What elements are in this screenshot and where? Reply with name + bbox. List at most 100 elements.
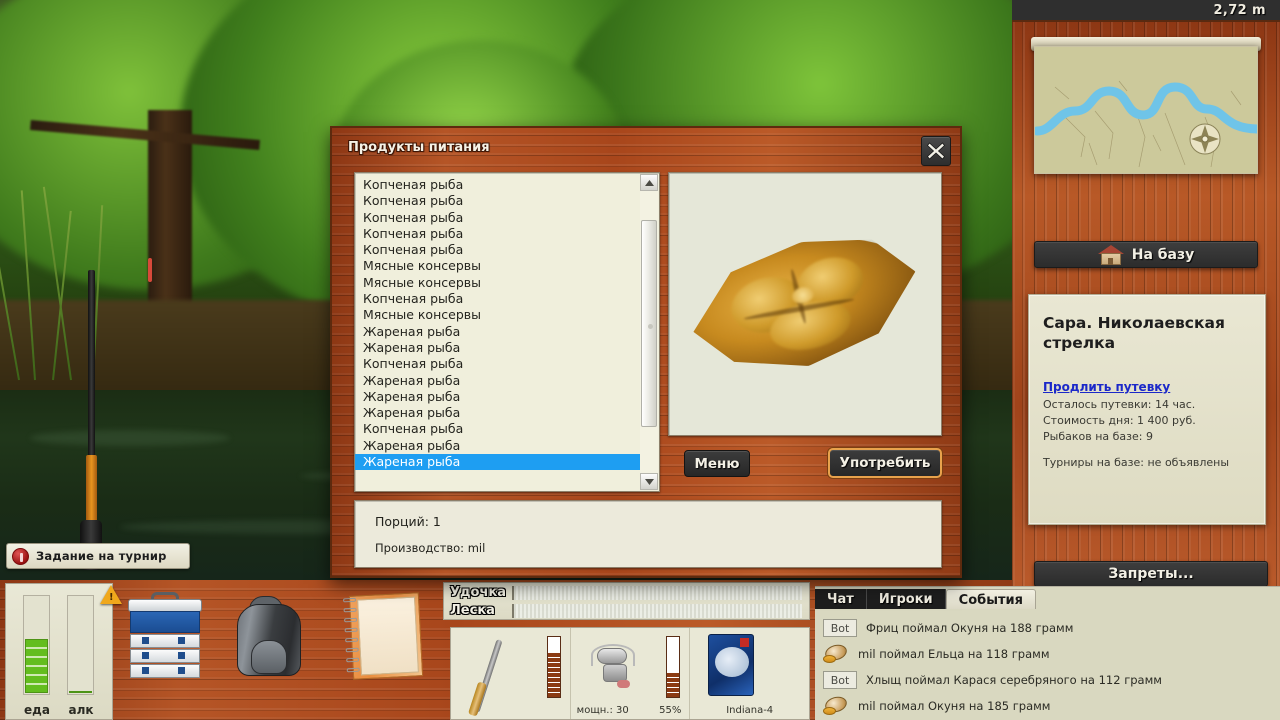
notebook-icon[interactable] [342, 592, 424, 680]
stat-tournaments: Турниры на базе: не объявлены [1043, 455, 1230, 469]
alcohol-meter [67, 595, 94, 695]
food-meter-fill [25, 639, 48, 693]
tacklebox-icon[interactable] [126, 592, 204, 678]
house-icon [1097, 244, 1124, 265]
scroll-up-icon[interactable] [640, 174, 658, 191]
list-item-selected[interactable]: Жареная рыба [355, 454, 640, 471]
player-avatar-icon [823, 694, 849, 716]
chat-panel: Чат Игроки События Bot Фриц поймал Окуня… [815, 586, 1280, 720]
list-item[interactable]: Жареная рыба [355, 373, 640, 389]
tackle-card-rod[interactable] [451, 628, 571, 719]
gauge-line-label: Леска [450, 603, 495, 618]
dialog-title: Продукты питания [348, 140, 490, 155]
consume-button-label: Употребить [839, 455, 931, 471]
list-item[interactable]: Копченая рыба [355, 421, 640, 437]
list-item[interactable]: Жареная рыба [355, 405, 640, 421]
chat-line-text: mil поймал Окуня на 185 грамм [858, 699, 1051, 713]
tab-players[interactable]: Игроки [866, 589, 946, 609]
tournament-task-badge[interactable]: Задание на турнир [6, 543, 190, 569]
restrictions-label: Запреты... [1108, 566, 1194, 582]
chat-line: mil поймал Ельца на 118 грамм [815, 641, 1280, 667]
notebook-page [357, 596, 419, 676]
tacklebox-knob [142, 667, 149, 674]
chat-line: Bot Фриц поймал Окуня на 188 грамм [815, 615, 1280, 641]
stat-anglers-count: Рыбаков на базе: 9 [1043, 429, 1153, 443]
list-item[interactable]: Жареная рыба [355, 438, 640, 454]
tackle-gauges-panel: Удочка Леска [443, 582, 810, 620]
list-item[interactable]: Копченая рыба [355, 193, 640, 209]
player-avatar-icon [823, 642, 849, 664]
bot-badge: Bot [823, 619, 857, 637]
close-icon[interactable] [921, 136, 951, 166]
go-to-base-button[interactable]: На базу [1034, 241, 1258, 268]
minimap[interactable] [1034, 46, 1258, 174]
tacklebox-knob [142, 652, 149, 659]
food-list-items: Копченая рыба Копченая рыба Копченая рыб… [355, 177, 640, 491]
food-meter [23, 595, 50, 695]
list-item[interactable]: Копченая рыба [355, 226, 640, 242]
alcohol-meter-fill [69, 691, 92, 693]
list-item[interactable]: Мясные консервы [355, 258, 640, 274]
gauge-rod-track [512, 585, 802, 600]
list-item[interactable]: Копченая рыба [355, 177, 640, 193]
list-item[interactable]: Копченая рыба [355, 356, 640, 372]
chat-tabs: Чат Игроки События [815, 587, 1036, 609]
list-item[interactable]: Жареная рыба [355, 324, 640, 340]
list-item[interactable]: Мясные консервы [355, 307, 640, 323]
reel-power-caption: мощн.: 30 [576, 705, 629, 716]
game-window: Задание на турнир 2,72 m На базу Сара. Н… [0, 0, 1280, 720]
list-item[interactable]: Копченая рыба [355, 210, 640, 226]
stat-permit-left: Осталось путевки: 14 час. [1043, 397, 1196, 411]
reel-icon [589, 642, 647, 692]
tacklebox-knob [178, 637, 185, 644]
fried-fish-image [679, 217, 932, 391]
list-item[interactable]: Жареная рыба [355, 340, 640, 356]
food-preview-image [668, 172, 942, 436]
list-item[interactable]: Копченая рыба [355, 242, 640, 258]
menu-button[interactable]: Меню [684, 450, 750, 477]
list-item[interactable]: Жареная рыба [355, 389, 640, 405]
tacklebox-knob [142, 637, 149, 644]
base-info-panel: Сара. Николаевская стрелка Продлить путе… [1028, 294, 1266, 525]
tab-chat[interactable]: Чат [815, 589, 867, 609]
rod-icon [465, 634, 509, 717]
tab-events[interactable]: События [945, 589, 1036, 609]
chat-line: Bot Хлыщ поймал Карася серебряного на 11… [815, 667, 1280, 693]
consume-button[interactable]: Употребить [828, 448, 942, 478]
scrollbar-thumb[interactable] [641, 220, 657, 427]
float-marker [148, 258, 152, 282]
food-list[interactable]: Копченая рыба Копченая рыба Копченая рыб… [354, 172, 660, 492]
scroll-down-icon[interactable] [640, 473, 658, 490]
depth-indicator-bar: 2,72 m [1012, 0, 1280, 22]
food-meter-label: еда [24, 703, 50, 717]
food-detail-panel: Порций: 1 Производство: mil [354, 500, 942, 568]
bot-badge: Bot [823, 671, 857, 689]
line-name-caption: Indiana-4 [726, 705, 774, 716]
tacklebox-body [130, 611, 200, 633]
chat-lines-list: Bot Фриц поймал Окуня на 188 грамм mil п… [815, 611, 1280, 720]
menu-button-label: Меню [694, 455, 740, 472]
backpack-pocket [251, 640, 287, 674]
line-package-icon [708, 634, 755, 696]
tackle-card-line[interactable]: Indiana-4 [690, 628, 809, 719]
restrictions-button[interactable]: Запреты... [1034, 561, 1268, 587]
gauge-line-track [512, 603, 802, 618]
gauge-row-line: Леска [450, 602, 802, 619]
list-item[interactable]: Копченая рыба [355, 291, 640, 307]
food-products-dialog: Продукты питания Копченая рыба Копченая … [330, 126, 962, 578]
reel-wear-bar [666, 636, 681, 698]
detail-production: Производство: mil [375, 541, 486, 555]
tackle-card-reel[interactable]: мощн.: 30 55% [571, 628, 691, 719]
tacklebox-drawer [130, 634, 200, 648]
status-meters-panel: еда алк [5, 583, 113, 720]
gauge-rod-label: Удочка [450, 585, 506, 600]
list-item[interactable]: Мясные консервы [355, 275, 640, 291]
alcohol-meter-label: алк [68, 703, 94, 717]
close-icon-glyph [926, 142, 946, 160]
food-list-scrollbar[interactable] [640, 174, 658, 490]
water-glint [30, 430, 230, 446]
extend-permit-link[interactable]: Продлить путевку [1043, 380, 1170, 394]
backpack-icon[interactable] [233, 596, 305, 678]
gauge-row-rod: Удочка [450, 584, 802, 601]
depth-value: 2,72 m [1213, 2, 1266, 18]
